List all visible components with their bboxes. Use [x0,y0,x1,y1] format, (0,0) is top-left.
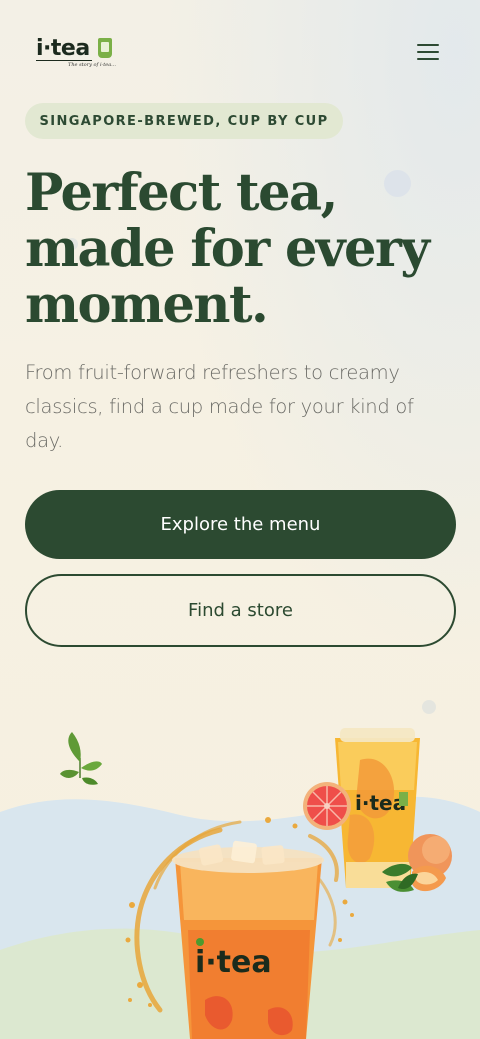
hero-headline: Perfect tea, made for every moment. [25,165,465,333]
site-header: i·tea The story of i-tea... [0,0,480,100]
explore-menu-button[interactable]: Explore the menu [25,490,456,559]
menu-bar [417,50,439,54]
large-cup-logo: i·tea [195,945,272,980]
headline-line: made for every [25,219,430,279]
logo-tagline: The story of i-tea... [68,62,116,68]
find-store-button[interactable]: Find a store [25,574,456,647]
logo-cup-icon [98,38,112,58]
headline-line: moment. [25,275,269,335]
menu-bar [417,43,439,46]
logo-underline [36,60,92,61]
menu-bar [417,58,439,61]
origin-tag-pill: SINGAPORE-BREWED, CUP BY CUP [25,103,343,139]
hero-subtext: From fruit-forward refreshers to creamy … [25,361,414,452]
headline-line: Perfect tea, [25,163,338,223]
tea-leaf-icon [60,732,102,785]
grapefruit-slice [303,782,351,830]
hero-drinks-illustration: i·tea i·tea [0,728,480,1039]
large-fruit-tea-cup: i·tea [172,840,324,1039]
hamburger-menu-icon[interactable] [412,38,444,66]
logo-wordmark: i·tea [36,36,90,61]
brand-logo[interactable]: i·tea The story of i-tea... [36,36,122,70]
small-cup-logo: i·tea [355,791,406,815]
